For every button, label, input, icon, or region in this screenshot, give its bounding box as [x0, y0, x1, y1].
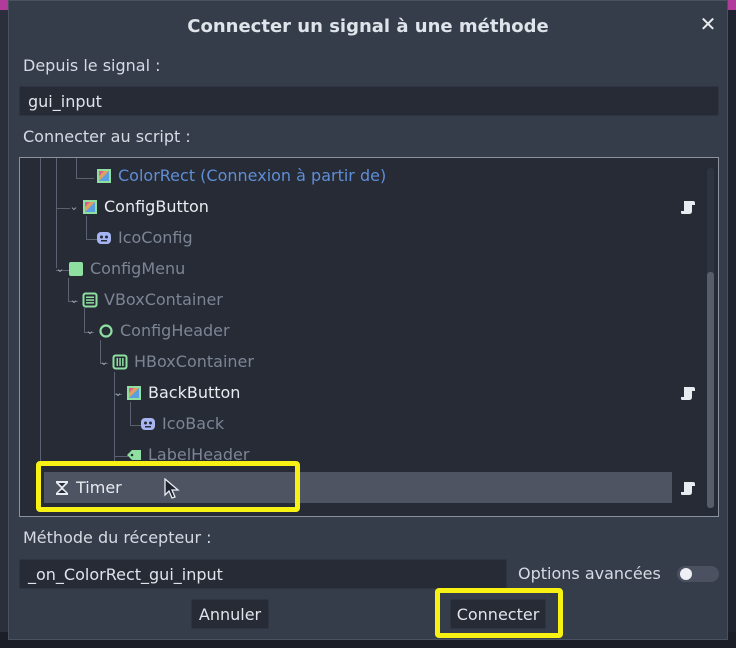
- advanced-options-label: Options avancées: [518, 564, 661, 583]
- sprite-icon: [140, 416, 156, 432]
- method-value: _on_ColorRect_gui_input: [28, 564, 223, 584]
- chevron-down-icon[interactable]: ⌄: [112, 386, 124, 399]
- texturebutton-icon: [126, 385, 142, 401]
- connect-highlight-box: [435, 588, 563, 638]
- close-icon[interactable]: ✕: [697, 12, 719, 36]
- tree-row-configbutton[interactable]: ⌄ ConfigButton: [20, 191, 718, 222]
- chevron-down-icon[interactable]: ⌄: [68, 293, 80, 306]
- script-icon[interactable]: [680, 480, 696, 496]
- chevron-down-icon[interactable]: ⌄: [98, 355, 110, 368]
- tree-node-label: ColorRect (Connexion à partir de): [118, 166, 387, 185]
- mouse-cursor-icon: [164, 477, 180, 504]
- control-icon: [68, 261, 84, 277]
- chevron-down-icon[interactable]: ⌄: [54, 262, 66, 275]
- tree-scrollbar[interactable]: [707, 168, 714, 508]
- tree-row-colorrect[interactable]: ColorRect (Connexion à partir de): [20, 160, 718, 191]
- signal-label: Depuis le signal :: [23, 56, 161, 75]
- tree-node-label: ConfigButton: [104, 197, 209, 216]
- advanced-options-toggle[interactable]: [677, 566, 719, 582]
- chevron-down-icon[interactable]: ⌄: [68, 200, 80, 213]
- chevron-down-icon[interactable]: ⌄: [84, 324, 96, 337]
- tree-row-icoback[interactable]: IcoBack: [20, 408, 718, 439]
- circle-node-icon: [98, 323, 114, 339]
- cancel-button[interactable]: Annuler: [191, 599, 269, 629]
- tree-node-label: ConfigHeader: [120, 321, 230, 340]
- tree-row-icoconfig[interactable]: IcoConfig: [20, 222, 718, 253]
- connect-signal-dialog: Connecter un signal à une méthode ✕ Depu…: [8, 0, 728, 640]
- scrollbar-thumb[interactable]: [707, 272, 714, 508]
- title-bar: Connecter un signal à une méthode: [9, 1, 727, 51]
- hbox-icon: [112, 354, 128, 370]
- tree-node-label: VBoxContainer: [104, 290, 223, 309]
- colorrect-icon: [96, 168, 112, 184]
- method-label: Méthode du récepteur :: [23, 528, 212, 547]
- method-field[interactable]: _on_ColorRect_gui_input: [19, 559, 507, 589]
- dialog-title: Connecter un signal à une méthode: [187, 15, 549, 37]
- tree-node-label: IcoConfig: [118, 228, 193, 247]
- signal-field[interactable]: gui_input: [19, 86, 719, 116]
- script-icon[interactable]: [680, 385, 696, 401]
- tree-row-configmenu[interactable]: ⌄ ConfigMenu: [20, 253, 718, 284]
- tree-row-vboxcontainer[interactable]: ⌄ VBoxContainer: [20, 284, 718, 315]
- script-label: Connecter au script :: [23, 127, 191, 146]
- background-accent: [0, 0, 8, 10]
- tree-node-label: ConfigMenu: [90, 259, 186, 278]
- texturebutton-icon: [82, 199, 98, 215]
- tree-row-hboxcontainer[interactable]: ⌄ HBoxContainer: [20, 346, 718, 377]
- tree-node-label: IcoBack: [162, 414, 225, 433]
- tree-row-backbutton[interactable]: ⌄ BackButton: [20, 377, 718, 408]
- vbox-icon: [82, 292, 98, 308]
- signal-value: gui_input: [28, 91, 102, 111]
- cancel-button-label: Annuler: [198, 604, 262, 624]
- background-edge: [0, 0, 8, 648]
- sprite-icon: [96, 230, 112, 246]
- tree-node-label: BackButton: [148, 383, 241, 402]
- tree-row-configheader[interactable]: ⌄ ConfigHeader: [20, 315, 718, 346]
- toggle-knob: [680, 568, 692, 580]
- script-icon[interactable]: [680, 199, 696, 215]
- tree-node-label: HBoxContainer: [134, 352, 254, 371]
